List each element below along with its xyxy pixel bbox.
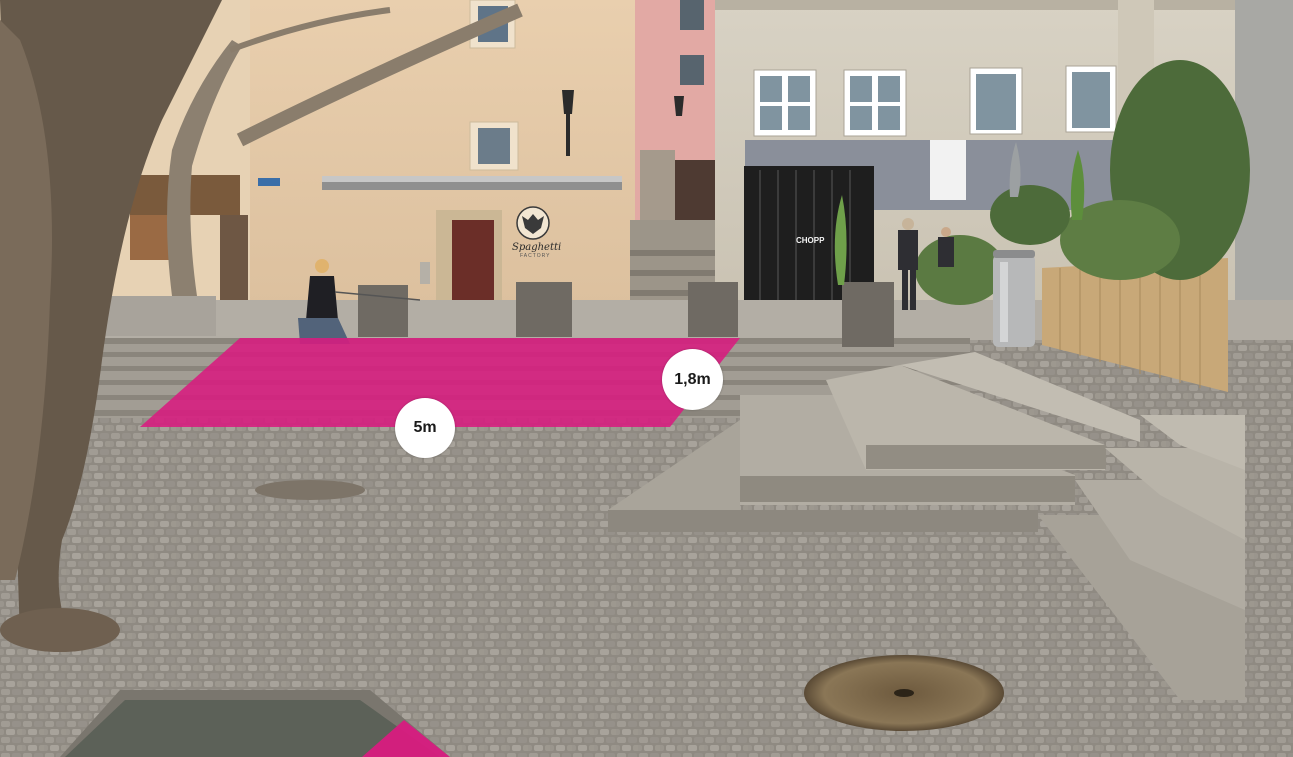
height-dimension-badge: 1,8m — [662, 349, 723, 410]
restaurant-door — [452, 220, 494, 310]
bar-sign: CHOPP — [796, 236, 825, 245]
alley — [630, 0, 725, 310]
trash-bin-icon — [993, 250, 1035, 347]
width-dimension-badge: 5m — [395, 398, 455, 458]
drain-cover-icon — [255, 480, 365, 500]
height-label: 1,8m — [674, 370, 711, 388]
width-label: 5m — [413, 419, 437, 436]
scene-illustration — [0, 0, 1293, 757]
restaurant-sign: Spaghetti — [512, 242, 562, 253]
street-scene-photo: 5m 1,8m Spaghetti FACTORY CHOPP — [0, 0, 1293, 757]
striped-awning — [322, 176, 622, 190]
restaurant-sign-subtitle: FACTORY — [520, 253, 551, 259]
